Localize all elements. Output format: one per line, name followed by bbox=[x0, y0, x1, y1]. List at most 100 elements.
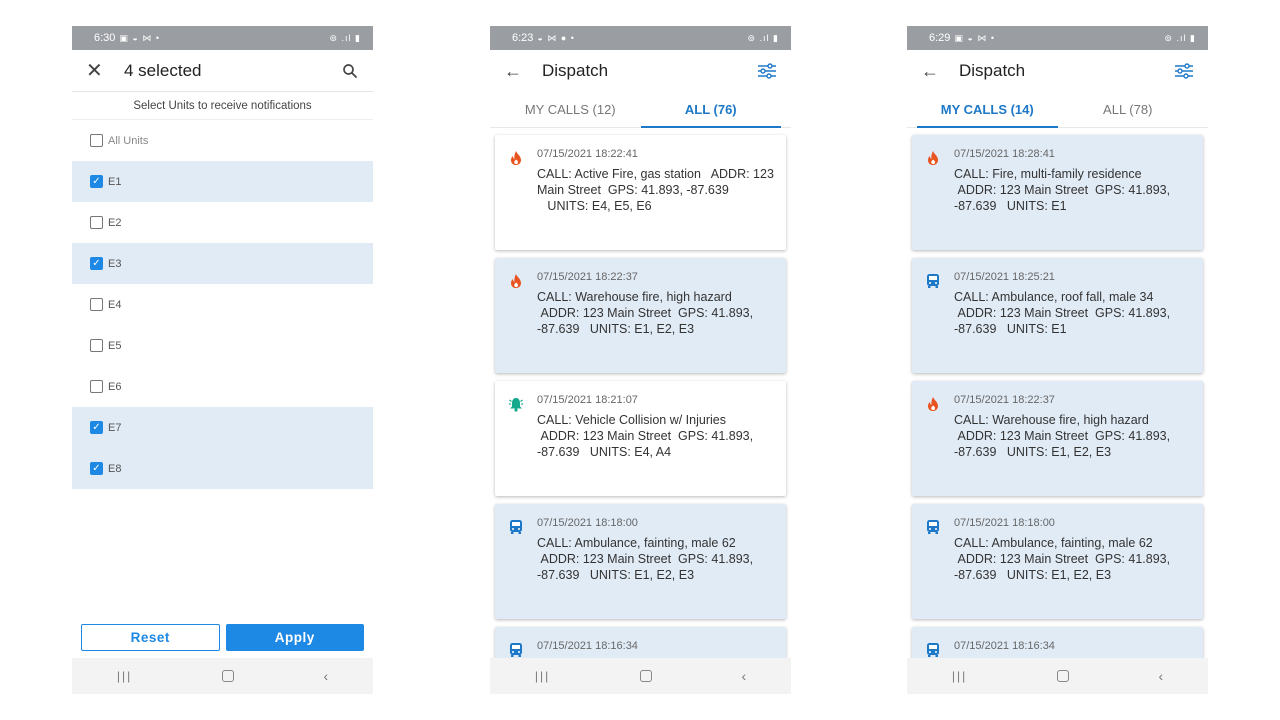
unit-checkbox-row[interactable]: E6 bbox=[72, 366, 373, 407]
close-icon[interactable]: ✕ bbox=[86, 58, 110, 83]
recent-apps-icon[interactable]: ||| bbox=[952, 669, 967, 683]
call-card[interactable]: 07/15/2021 18:28:41 CALL: Fire, multi-fam… bbox=[912, 135, 1203, 250]
unit-label: E4 bbox=[108, 298, 122, 311]
call-card-body: 07/15/2021 18:25:21 CALL: Ambulance, roof… bbox=[954, 271, 1191, 373]
call-card[interactable]: 07/15/2021 18:18:00 CALL: Ambulance, fain… bbox=[495, 504, 786, 619]
call-card[interactable]: 07/15/2021 18:21:07 CALL: Vehicle Collisi… bbox=[495, 381, 786, 496]
unit-checkbox-row[interactable]: ✓ E1 bbox=[72, 161, 373, 202]
call-timestamp: 07/15/2021 18:22:37 bbox=[537, 271, 638, 283]
checkbox[interactable] bbox=[90, 216, 103, 229]
checked-checkbox-icon[interactable]: ✓ bbox=[90, 175, 103, 188]
recent-apps-icon[interactable]: ||| bbox=[117, 669, 132, 683]
call-timestamp: 07/15/2021 18:16:34 bbox=[954, 640, 1055, 652]
unit-checkbox-row[interactable]: ✓ E8 bbox=[72, 448, 373, 489]
unit-label: E2 bbox=[108, 216, 122, 229]
filter-sliders-icon[interactable] bbox=[757, 63, 777, 79]
action-buttons: Reset Apply bbox=[72, 624, 373, 652]
page-title: Dispatch bbox=[959, 61, 1026, 80]
call-details: CALL: Fire, multi-family residence ADDR:… bbox=[954, 167, 1171, 213]
call-details: CALL: Ambulance, fainting, male 62 ADDR:… bbox=[537, 536, 754, 582]
selection-header: ✕ 4 selected bbox=[72, 50, 373, 92]
checked-checkbox-icon[interactable]: ✓ bbox=[90, 462, 103, 475]
signal-battery-icons: ⊚ .ıl ▮ bbox=[747, 32, 779, 43]
unit-checkbox-row[interactable]: ✓ E7 bbox=[72, 407, 373, 448]
call-details: CALL: Warehouse fire, high hazard ADDR: … bbox=[537, 290, 754, 336]
ambulance-icon bbox=[925, 273, 941, 289]
page-title: 4 selected bbox=[124, 60, 202, 80]
fire-icon bbox=[925, 396, 941, 412]
call-card[interactable]: 07/15/2021 18:22:37 CALL: Warehouse fire,… bbox=[912, 381, 1203, 496]
status-time: 6:23 bbox=[512, 32, 534, 44]
status-bar: 6:29 ▣ ◒ ⋈ • ⊚ .ıl ▮ bbox=[907, 26, 1208, 50]
home-icon[interactable] bbox=[639, 670, 652, 682]
back-nav-icon[interactable]: ‹ bbox=[1159, 668, 1164, 684]
checked-checkbox-icon[interactable]: ✓ bbox=[90, 257, 103, 270]
call-list: 07/15/2021 18:28:41 CALL: Fire, multi-fam… bbox=[907, 128, 1208, 694]
unit-label: E7 bbox=[108, 421, 122, 434]
checkbox[interactable] bbox=[90, 134, 103, 147]
back-arrow-icon[interactable]: ← bbox=[921, 61, 945, 82]
back-nav-icon[interactable]: ‹ bbox=[742, 668, 747, 684]
unit-checkbox-row[interactable]: ✓ E3 bbox=[72, 243, 373, 284]
home-icon[interactable] bbox=[221, 670, 234, 682]
call-timestamp: 07/15/2021 18:18:00 bbox=[537, 517, 638, 529]
call-details: CALL: Ambulance, roof fall, male 34 ADDR… bbox=[954, 290, 1171, 336]
call-card-body: 07/15/2021 18:18:00 CALL: Ambulance, fain… bbox=[537, 517, 774, 619]
call-tabs: MY CALLS (14) ALL (78) bbox=[907, 92, 1208, 128]
call-details: CALL: Ambulance, fainting, male 62 ADDR:… bbox=[954, 536, 1171, 582]
page-title: Dispatch bbox=[542, 61, 609, 80]
ambulance-icon bbox=[508, 519, 524, 535]
android-nav-bar: ||| ‹ bbox=[72, 658, 373, 694]
unit-label: E1 bbox=[108, 175, 122, 188]
tab-my-calls[interactable]: MY CALLS (12) bbox=[500, 92, 641, 127]
fire-icon bbox=[508, 150, 524, 166]
apply-button[interactable]: Apply bbox=[225, 624, 364, 651]
ambulance-icon bbox=[508, 642, 524, 658]
call-timestamp: 07/15/2021 18:18:00 bbox=[954, 517, 1055, 529]
checked-checkbox-icon[interactable]: ✓ bbox=[90, 421, 103, 434]
call-card[interactable]: 07/15/2021 18:18:00 CALL: Ambulance, fain… bbox=[912, 504, 1203, 619]
unit-label: E8 bbox=[108, 462, 122, 475]
back-arrow-icon[interactable]: ← bbox=[504, 61, 528, 82]
filter-sliders-icon[interactable] bbox=[1174, 63, 1194, 79]
checkbox[interactable] bbox=[90, 380, 103, 393]
checkbox[interactable] bbox=[90, 339, 103, 352]
unit-checkbox-row[interactable]: E2 bbox=[72, 202, 373, 243]
instructions-text: Select Units to receive notifications bbox=[72, 92, 373, 120]
call-card-body: 07/15/2021 18:28:41 CALL: Fire, multi-fam… bbox=[954, 148, 1191, 250]
dispatch-my-calls-screen: 6:29 ▣ ◒ ⋈ • ⊚ .ıl ▮ ← Dispatch MY CALLS… bbox=[907, 26, 1208, 694]
call-list: 07/15/2021 18:22:41 CALL: Active Fire, ga… bbox=[490, 128, 791, 694]
unit-checkbox-row[interactable]: E4 bbox=[72, 284, 373, 325]
unit-label: E6 bbox=[108, 380, 122, 393]
call-timestamp: 07/15/2021 18:22:37 bbox=[954, 394, 1055, 406]
call-card[interactable]: 07/15/2021 18:25:21 CALL: Ambulance, roof… bbox=[912, 258, 1203, 373]
alarm-bell-icon bbox=[508, 396, 524, 412]
notification-icons: ◒ ⋈ ● • bbox=[537, 32, 575, 43]
search-icon[interactable] bbox=[341, 62, 359, 80]
unit-label: E5 bbox=[108, 339, 122, 352]
status-time: 6:30 bbox=[94, 32, 116, 44]
all-units-checkbox-row[interactable]: All Units bbox=[72, 120, 373, 161]
call-card[interactable]: 07/15/2021 18:22:37 CALL: Warehouse fire,… bbox=[495, 258, 786, 373]
dispatch-all-screen: 6:23 ◒ ⋈ ● • ⊚ .ıl ▮ ← Dispatch MY CALLS… bbox=[490, 26, 791, 694]
call-timestamp: 07/15/2021 18:25:21 bbox=[954, 271, 1055, 283]
call-details: CALL: Vehicle Collision w/ Injuries ADDR… bbox=[537, 413, 754, 459]
android-nav-bar: ||| ‹ bbox=[490, 658, 791, 694]
tab-all[interactable]: ALL (76) bbox=[640, 92, 782, 128]
call-details: CALL: Warehouse fire, high hazard ADDR: … bbox=[954, 413, 1171, 459]
call-card-body: 07/15/2021 18:18:00 CALL: Ambulance, fain… bbox=[954, 517, 1191, 619]
tab-all[interactable]: ALL (78) bbox=[1058, 92, 1199, 127]
android-nav-bar: ||| ‹ bbox=[907, 658, 1208, 694]
call-card[interactable]: 07/15/2021 18:22:41 CALL: Active Fire, ga… bbox=[495, 135, 786, 250]
unit-checkbox-row[interactable]: E5 bbox=[72, 325, 373, 366]
back-nav-icon[interactable]: ‹ bbox=[324, 668, 329, 684]
ambulance-icon bbox=[925, 642, 941, 658]
recent-apps-icon[interactable]: ||| bbox=[535, 669, 550, 683]
tab-my-calls[interactable]: MY CALLS (14) bbox=[917, 92, 1058, 128]
fire-icon bbox=[925, 150, 941, 166]
reset-button[interactable]: Reset bbox=[81, 624, 220, 651]
signal-battery-icons: ⊚ .ıl ▮ bbox=[329, 32, 361, 43]
home-icon[interactable] bbox=[1056, 670, 1069, 682]
call-timestamp: 07/15/2021 18:21:07 bbox=[537, 394, 638, 406]
checkbox[interactable] bbox=[90, 298, 103, 311]
